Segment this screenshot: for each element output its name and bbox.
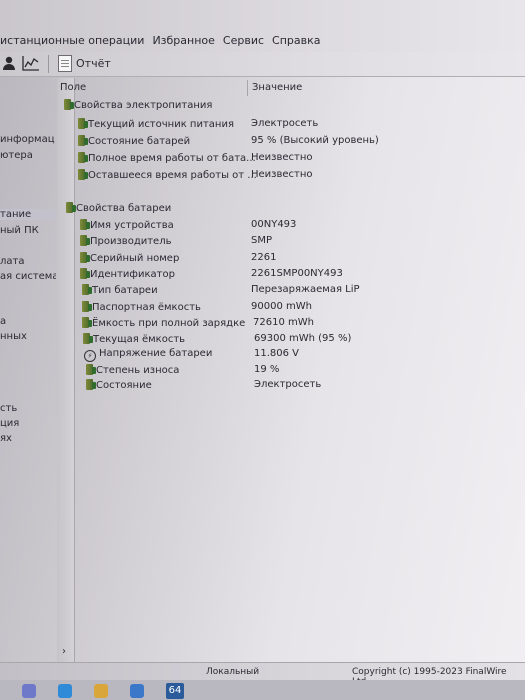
user-icon[interactable] <box>0 55 18 73</box>
property-icon <box>86 379 96 390</box>
property-icon <box>82 317 92 328</box>
row-field: Паспортная ёмкость <box>92 302 201 313</box>
left-nav-panel: информац ютера тание ный ПК лата ая сист… <box>0 78 56 652</box>
property-icon <box>82 284 92 295</box>
property-icon <box>78 152 88 163</box>
row-value: 90000 mWh <box>251 301 312 312</box>
property-icon <box>82 301 92 312</box>
property-icon <box>80 235 90 246</box>
row-field: Текущий источник питания <box>88 119 234 130</box>
row-value: Электросеть <box>251 118 319 129</box>
row-value: 19 % <box>254 364 280 375</box>
nav-item-power[interactable]: тание <box>0 209 56 220</box>
panel-divider[interactable] <box>57 78 75 662</box>
row-value: 95 % (Высокий уровень) <box>251 135 379 146</box>
row-field: Текущая ёмкость <box>93 334 186 345</box>
nav-item-yah[interactable]: ях <box>0 433 12 444</box>
voltage-icon: ⚡ <box>84 350 96 362</box>
row-value: 00NY493 <box>251 219 297 230</box>
row-value: 2261 <box>251 252 277 263</box>
nav-item-board[interactable]: лата <box>0 256 24 267</box>
app-icon[interactable] <box>22 684 36 698</box>
menu-favorites[interactable]: Избранное <box>152 34 214 47</box>
property-icon <box>78 135 88 146</box>
nav-item-os[interactable]: ая система <box>0 271 56 282</box>
row-value: 2261SMP00NY493 <box>251 268 343 279</box>
nav-item-info[interactable]: информац <box>0 134 55 145</box>
property-icon <box>78 118 88 129</box>
nav-item-data[interactable]: нных <box>0 331 27 342</box>
menu-remote[interactable]: истанционные операции <box>0 34 144 47</box>
column-header-field[interactable]: Поле <box>60 82 86 93</box>
column-divider[interactable] <box>247 80 248 96</box>
row-value: Неизвестно <box>251 169 313 180</box>
nav-item-portable-pc[interactable]: ный ПК <box>0 225 39 236</box>
app-icon[interactable] <box>130 684 144 698</box>
row-field: Оставшееся время работы от ... <box>88 170 257 181</box>
nav-item-st[interactable]: сть <box>0 403 17 414</box>
power-node-icon <box>64 99 74 110</box>
row-value: Перезаряжаемая LiP <box>251 284 360 295</box>
section-title: Свойства электропитания <box>74 100 213 111</box>
property-icon <box>86 364 96 375</box>
grid-header: Поле Значение <box>58 80 525 96</box>
battery-node-icon <box>66 202 76 213</box>
report-icon <box>58 55 72 72</box>
row-field: Напряжение батареи <box>99 348 213 359</box>
row-field: Производитель <box>90 236 172 247</box>
taskbar: 64 <box>0 680 525 700</box>
row-value: SMP <box>251 235 273 246</box>
row-value: Электросеть <box>254 379 322 390</box>
row-value: 11.806 V <box>254 348 300 359</box>
status-bar: › Локальный Copyright (c) 1995-2023 Fina… <box>0 646 525 687</box>
row-field: Серийный номер <box>90 253 180 264</box>
chevron-right-icon[interactable]: › <box>62 646 66 657</box>
toolbar-separator <box>48 55 49 73</box>
column-header-value[interactable]: Значение <box>252 82 302 93</box>
menu-bar: истанционные операции Избранное Сервис С… <box>0 0 525 52</box>
nav-item-tion[interactable]: ция <box>0 418 19 429</box>
row-value: 72610 mWh <box>253 317 314 328</box>
section-title: Свойства батареи <box>76 203 172 214</box>
status-local: Локальный <box>206 667 260 677</box>
folder-icon[interactable] <box>94 684 108 698</box>
report-button[interactable]: Отчёт <box>58 55 111 72</box>
row-field: Состояние <box>96 380 152 391</box>
toolbar: Отчёт <box>0 52 525 77</box>
property-icon <box>80 252 90 263</box>
aida64-icon[interactable]: 64 <box>166 683 184 699</box>
row-field: Идентификатор <box>90 269 175 280</box>
row-field: Степень износа <box>96 365 180 376</box>
row-field: Состояние батарей <box>88 136 191 147</box>
row-field: Полное время работы от бата... <box>88 153 256 164</box>
property-icon <box>80 268 90 279</box>
edge-icon[interactable] <box>58 684 72 698</box>
row-field: Тип батареи <box>92 285 158 296</box>
property-icon <box>80 219 90 230</box>
row-field: Ёмкость при полной зарядке <box>92 318 246 329</box>
property-icon <box>83 333 93 344</box>
property-icon <box>78 169 88 180</box>
row-field: Имя устройства <box>90 220 174 231</box>
row-value: Неизвестно <box>251 152 313 163</box>
menu-items: истанционные операции Избранное Сервис С… <box>0 34 329 47</box>
nav-item-a[interactable]: а <box>0 316 6 327</box>
menu-service[interactable]: Сервис <box>223 34 264 47</box>
menu-help[interactable]: Справка <box>272 34 320 47</box>
chart-icon[interactable] <box>22 55 40 73</box>
report-label: Отчёт <box>76 57 111 70</box>
nav-item-computer[interactable]: ютера <box>0 150 33 161</box>
row-value: 69300 mWh (95 %) <box>254 333 352 344</box>
